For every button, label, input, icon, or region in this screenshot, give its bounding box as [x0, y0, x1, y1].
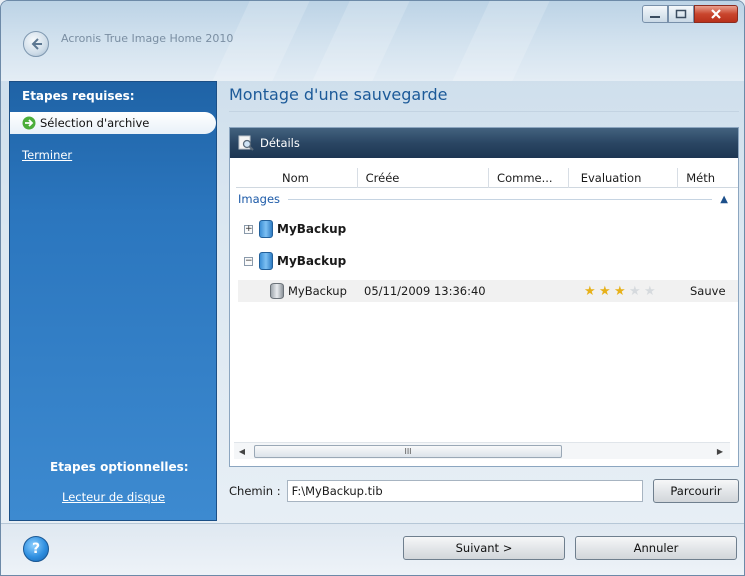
column-header-method[interactable]: Méth	[678, 168, 738, 188]
maximize-button[interactable]	[668, 5, 694, 23]
path-label: Chemin :	[229, 484, 281, 498]
details-header[interactable]: Détails	[230, 128, 738, 158]
tree-node-mybackup-expanded[interactable]: − MyBackup	[244, 252, 346, 270]
column-header-created[interactable]: Créée	[358, 168, 490, 188]
back-arrow-icon	[31, 38, 42, 50]
backup-archive-icon	[259, 252, 273, 270]
back-button[interactable]	[23, 31, 49, 57]
close-button[interactable]	[694, 5, 738, 23]
help-icon[interactable]: ?	[23, 536, 49, 562]
backup-archive-icon	[259, 220, 273, 238]
current-step-arrow-icon	[22, 116, 36, 130]
sidebar-step-finish[interactable]: Terminer	[22, 148, 72, 162]
scroll-thumb[interactable]: III	[254, 445, 562, 458]
backup-item-name: MyBackup	[288, 284, 347, 298]
scroll-left-icon[interactable]: ◀	[234, 447, 250, 456]
sidebar-step-label: Sélection d'archive	[40, 116, 150, 130]
title-bar: Acronis True Image Home 2010	[1, 1, 744, 81]
wizard-sidebar: Etapes requises: Sélection d'archive Ter…	[9, 81, 217, 521]
title-divider	[229, 111, 739, 112]
rating-star-filled-icon[interactable]: ★	[614, 285, 629, 298]
app-window: Acronis True Image Home 2010 Etapes requ…	[0, 0, 745, 576]
titlebar-glass-streak	[312, 1, 410, 81]
collapse-icon[interactable]: −	[244, 256, 253, 266]
tree-node-mybackup-collapsed[interactable]: + MyBackup	[244, 220, 346, 238]
backup-version-disk-icon	[270, 283, 284, 299]
window-title: Acronis True Image Home 2010	[61, 32, 234, 45]
details-magnifier-icon	[238, 135, 254, 151]
tree-node-label: MyBackup	[277, 254, 347, 268]
sidebar-step-archive-selection[interactable]: Sélection d'archive	[10, 112, 216, 134]
window-controls	[642, 5, 738, 23]
cancel-button[interactable]: Annuler	[575, 536, 737, 560]
scroll-right-icon[interactable]: ▶	[712, 447, 728, 456]
column-header-comment[interactable]: Comme...	[489, 168, 569, 188]
required-steps-heading: Etapes requises:	[22, 89, 135, 103]
column-header-row: Nom Créée Comme... Evaluation Méth	[236, 168, 738, 188]
backup-item-created: 05/11/2009 13:36:40	[364, 284, 486, 298]
group-label: Images	[238, 192, 281, 206]
backup-list-item[interactable]: MyBackup 05/11/2009 13:36:40 ★ ★ ★ ★ ★ S…	[238, 280, 738, 302]
path-input[interactable]: F:\MyBackup.tib	[286, 480, 643, 502]
tree-node-label: MyBackup	[277, 222, 347, 236]
minimize-icon	[650, 16, 660, 18]
path-row: Chemin : F:\MyBackup.tib Parcourir	[229, 477, 739, 505]
details-label: Détails	[260, 136, 300, 150]
page-title: Montage d'une sauvegarde	[229, 85, 448, 104]
next-button[interactable]: Suivant >	[403, 536, 565, 560]
group-header-images[interactable]: Images ▲	[238, 192, 728, 206]
titlebar-glass-streak	[452, 1, 550, 81]
rating-star-empty-icon[interactable]: ★	[629, 285, 644, 298]
sidebar-step-disk-drive[interactable]: Lecteur de disque	[62, 490, 165, 504]
rating-star-filled-icon[interactable]: ★	[599, 285, 614, 298]
maximize-icon	[675, 9, 687, 19]
backup-item-method: Sauve	[690, 284, 726, 298]
minimize-button[interactable]	[642, 5, 668, 23]
rating-star-filled-icon[interactable]: ★	[584, 285, 599, 298]
horizontal-scrollbar[interactable]: ◀ III ▶	[234, 442, 730, 459]
browse-button[interactable]: Parcourir	[653, 479, 739, 503]
details-panel: Détails Nom Créée Comme... Evaluation Mé…	[229, 127, 739, 467]
rating-star-empty-icon[interactable]: ★	[644, 285, 659, 298]
rating-stars[interactable]: ★ ★ ★ ★ ★	[584, 285, 659, 298]
optional-steps-heading: Etapes optionnelles:	[50, 460, 189, 474]
group-divider	[288, 198, 713, 200]
expand-icon[interactable]: +	[244, 224, 253, 234]
close-icon	[711, 9, 721, 19]
column-header-rating[interactable]: Evaluation	[569, 168, 679, 188]
column-header-name[interactable]: Nom	[236, 168, 358, 188]
wizard-footer: ? Suivant > Annuler	[1, 523, 744, 575]
collapse-group-icon[interactable]: ▲	[720, 194, 728, 205]
